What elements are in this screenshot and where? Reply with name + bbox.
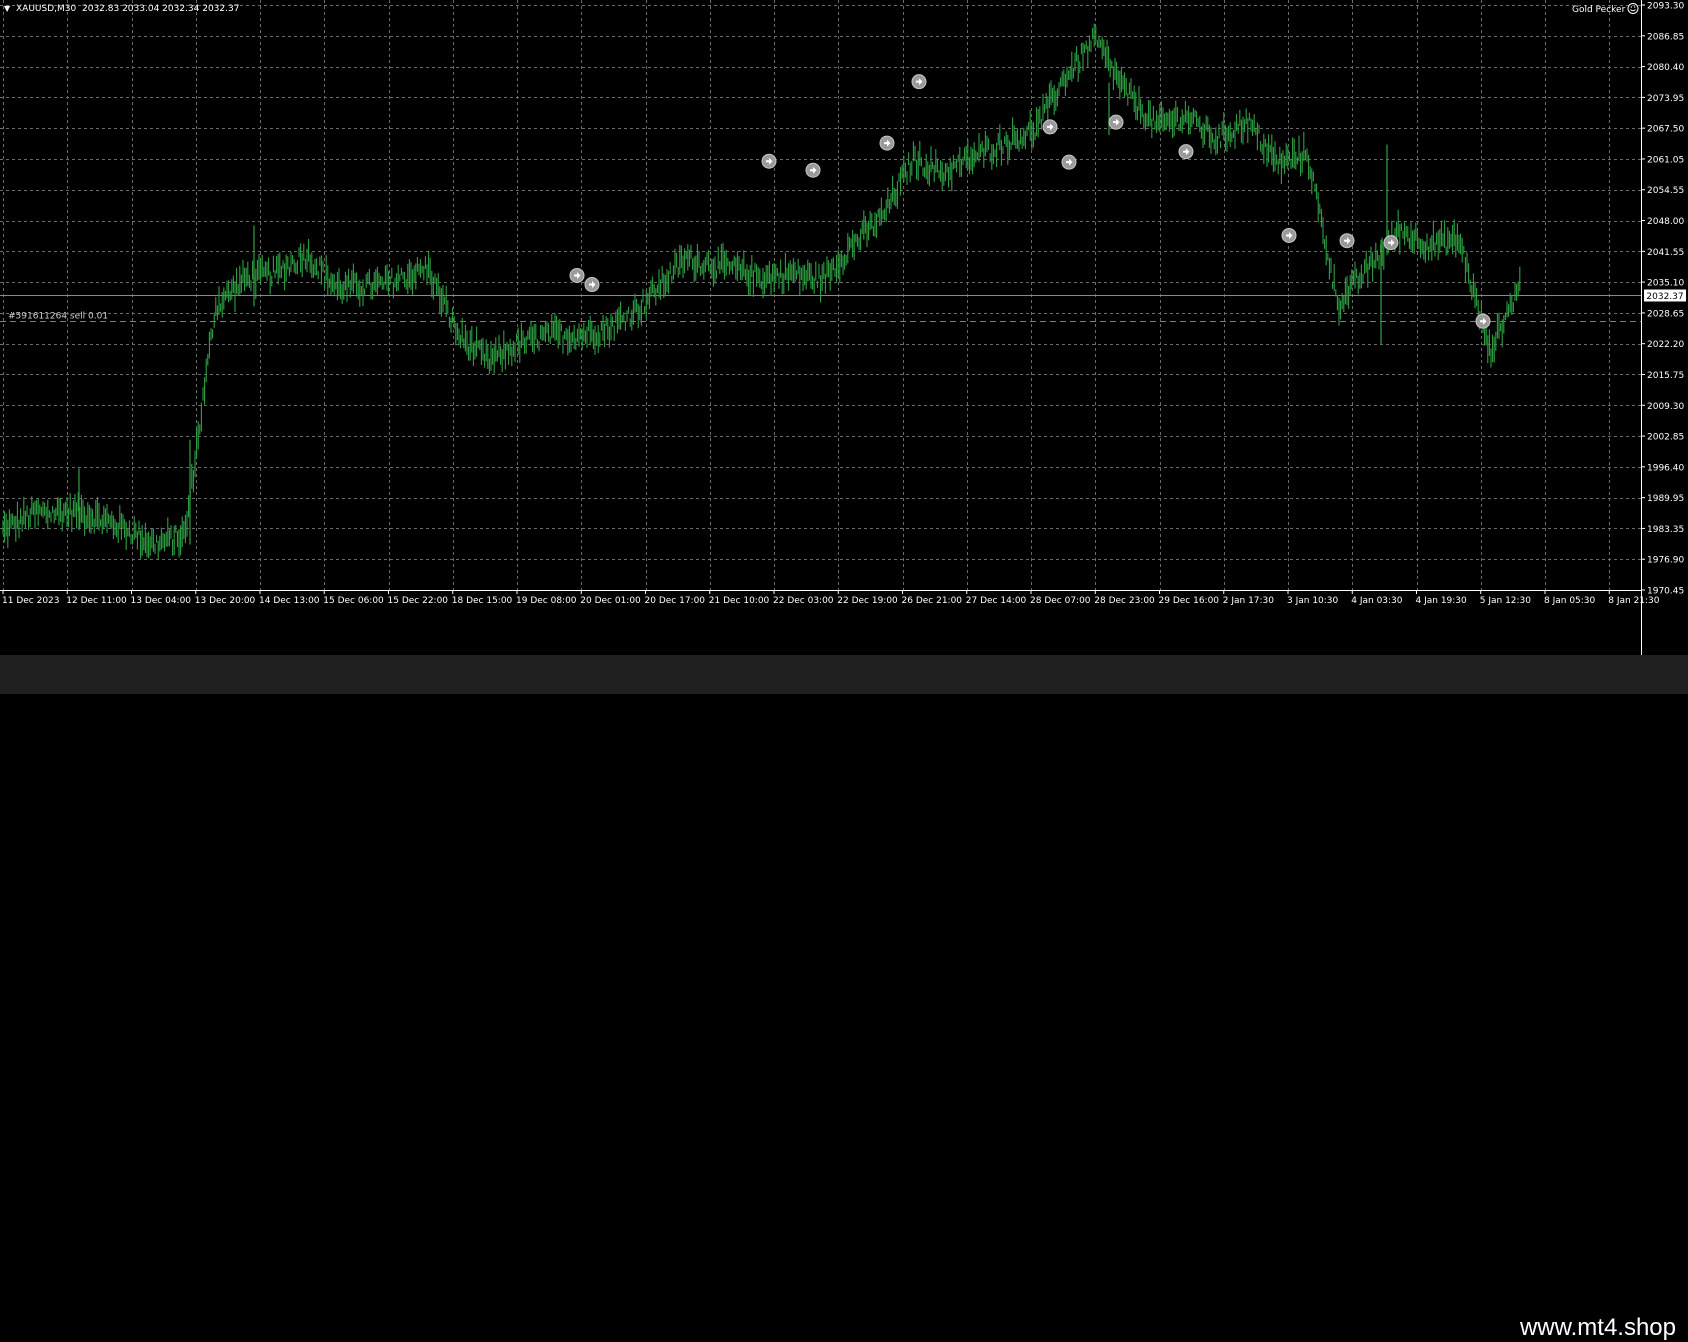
time-tick-label: 4 Jan 19:30: [1416, 596, 1468, 606]
time-tick-label: 5 Jan 12:30: [1480, 596, 1532, 606]
time-tick-label: 3 Jan 10:30: [1287, 596, 1339, 606]
time-tick-label: 2 Jan 17:30: [1223, 596, 1275, 606]
price-tick-label: 1976.90: [1647, 556, 1684, 566]
candle-bars: [2, 23, 1521, 560]
trade-marker[interactable]: [1061, 154, 1077, 170]
time-tick-label: 13 Dec 04:00: [131, 596, 192, 606]
dropdown-triangle-icon[interactable]: ▼: [4, 4, 11, 13]
trade-marker[interactable]: [1281, 227, 1297, 243]
time-tick-label: 27 Dec 14:00: [966, 596, 1027, 606]
trade-marker[interactable]: [584, 277, 600, 293]
price-tick-label: 2073.95: [1647, 94, 1684, 104]
ohlc-values: 2032.83 2033.04 2032.34 2032.37: [82, 4, 239, 14]
time-tick-label: 28 Dec 07:00: [1030, 596, 1091, 606]
watermark: www.mt4.shop: [1519, 1314, 1676, 1341]
time-tick-label: 12 Dec 11:00: [66, 596, 127, 606]
time-tick-label: 18 Dec 15:00: [452, 596, 513, 606]
current-price-tag: 2032.37: [1644, 289, 1686, 302]
chart-header: ▼ XAUUSD,M30 2032.83 2033.04 2032.34 203…: [4, 4, 239, 14]
price-tick-label: 2048.00: [1647, 217, 1684, 227]
price-tick-label: 2080.40: [1647, 63, 1684, 73]
ea-name: Gold Pecker: [1572, 5, 1626, 15]
trade-marker[interactable]: [879, 135, 895, 151]
time-tick-label: 22 Dec 19:00: [837, 596, 898, 606]
trade-marker[interactable]: [1042, 119, 1058, 135]
time-tick-label: 21 Dec 10:00: [709, 596, 770, 606]
time-tick-label: 20 Dec 01:00: [580, 596, 641, 606]
time-tick-label: 26 Dec 21:00: [902, 596, 963, 606]
current-price-label: 2032.37: [1646, 292, 1683, 302]
price-tick-label: 2002.85: [1647, 433, 1684, 443]
time-tick-label: 19 Dec 08:00: [516, 596, 577, 606]
trade-marker[interactable]: [1475, 313, 1491, 329]
price-tick-label: 1989.95: [1647, 494, 1684, 504]
price-tick-label: 2028.65: [1647, 309, 1684, 319]
candle-series: [2, 23, 1521, 560]
price-tick-label: 2041.55: [1647, 248, 1684, 258]
time-tick-label: 20 Dec 17:00: [645, 596, 706, 606]
trade-marker[interactable]: [1108, 114, 1124, 130]
price-tick-label: 2022.20: [1647, 340, 1684, 350]
time-tick-label: 22 Dec 03:00: [773, 596, 834, 606]
trade-marker[interactable]: [1383, 235, 1399, 251]
price-tick-label: 1970.45: [1647, 587, 1684, 597]
symbol-label: XAUUSD,M30: [16, 4, 76, 14]
trade-marker[interactable]: [569, 267, 585, 283]
time-tick-label: 8 Jan 05:30: [1544, 596, 1596, 606]
price-tick-label: 2015.75: [1647, 371, 1684, 381]
time-tick-label: 14 Dec 13:00: [259, 596, 320, 606]
time-tick-label: 8 Jan 21:30: [1608, 596, 1660, 606]
trade-marker[interactable]: [911, 74, 927, 90]
price-tick-label: 1996.40: [1647, 463, 1684, 473]
time-axis[interactable]: 11 Dec 2023 12 Dec 11:00 13 Dec 04:00 13 De…: [0, 590, 1660, 606]
time-tick-label: 4 Jan 03:30: [1351, 596, 1403, 606]
price-tick-label: 2061.05: [1647, 155, 1684, 165]
trade-marker[interactable]: [1178, 144, 1194, 160]
price-tick-label: 2054.55: [1647, 186, 1684, 196]
price-tick-label: 2035.10: [1647, 279, 1684, 289]
price-chart[interactable]: #591611264 sell 0.01 2093.30 2086.85 2080.…: [0, 0, 1688, 655]
price-tick-label: 2009.30: [1647, 402, 1684, 412]
price-tick-label: 2086.85: [1647, 32, 1684, 42]
trade-marker[interactable]: [805, 162, 821, 178]
time-tick-label: 15 Dec 06:00: [323, 596, 384, 606]
trade-marker[interactable]: [1339, 233, 1355, 249]
order-line-label: #591611264 sell 0.01: [8, 312, 108, 322]
price-tick-label: 1983.35: [1647, 525, 1684, 535]
time-tick-label: 13 Dec 20:00: [195, 596, 256, 606]
price-tick-label: 2067.50: [1647, 125, 1684, 135]
time-tick-label: 29 Dec 16:00: [1159, 596, 1220, 606]
time-tick-label: 11 Dec 2023: [2, 596, 60, 606]
time-tick-label: 28 Dec 23:00: [1094, 596, 1155, 606]
time-tick-label: 15 Dec 22:00: [388, 596, 449, 606]
trade-marker[interactable]: [761, 153, 777, 169]
price-tick-label: 2093.30: [1647, 2, 1684, 12]
footer-bar: www.mt4.shop: [0, 655, 1688, 1341]
price-axis[interactable]: 2093.30 2086.85 2080.40 2073.95 2067.50 2061.…: [1641, 0, 1684, 655]
